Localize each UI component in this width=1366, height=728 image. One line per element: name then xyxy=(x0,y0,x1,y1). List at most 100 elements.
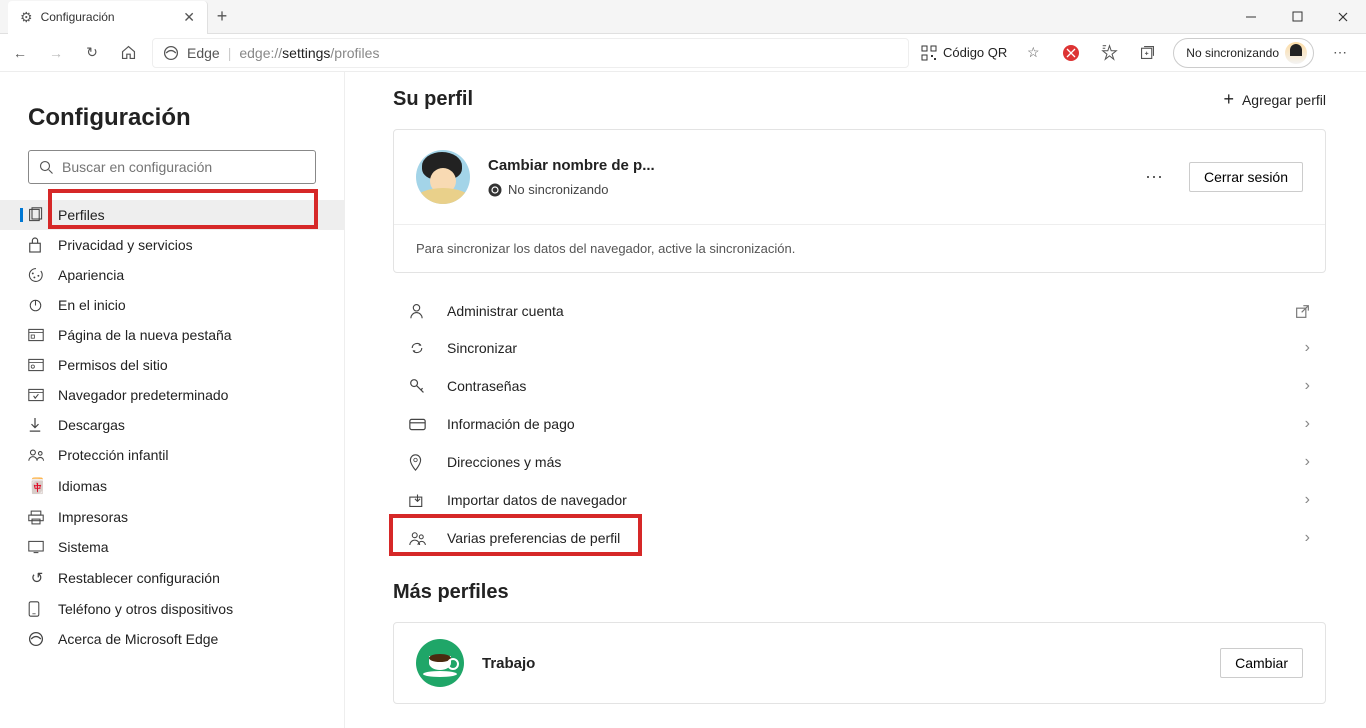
profile-name: Cambiar nombre de p... xyxy=(488,157,1121,174)
nav-item-impresoras[interactable]: Impresoras xyxy=(0,502,344,532)
link-label: Administrar cuenta xyxy=(447,303,1277,319)
nav-item-descargas[interactable]: Descargas xyxy=(0,410,344,440)
link-info-pago[interactable]: Información de pago › xyxy=(393,405,1326,443)
nav-label: Navegador predeterminado xyxy=(58,387,228,403)
nav-item-apariencia[interactable]: Apariencia xyxy=(0,260,344,290)
search-icon xyxy=(39,160,54,175)
more-profiles-heading: Más perfiles xyxy=(393,581,1326,604)
settings-sidebar: Configuración Perfiles Privacidad y serv… xyxy=(0,72,345,728)
nav-label: Acerca de Microsoft Edge xyxy=(58,631,218,647)
import-icon xyxy=(409,493,429,508)
nav-item-inicio[interactable]: En el inicio xyxy=(0,290,344,320)
favorite-star-icon[interactable]: ☆ xyxy=(1021,41,1045,65)
sync-status: No sincronizando xyxy=(488,182,1121,197)
newtab-icon xyxy=(28,328,46,342)
url-scheme: edge:// xyxy=(239,45,282,61)
nav-label: En el inicio xyxy=(58,297,126,313)
qr-icon xyxy=(921,45,937,61)
favorites-hub-icon[interactable] xyxy=(1097,41,1121,65)
home-button[interactable] xyxy=(116,41,140,65)
sync-note: Para sincronizar los datos del navegador… xyxy=(394,224,1325,272)
link-direcciones[interactable]: Direcciones y más › xyxy=(393,443,1326,481)
nav-label: Protección infantil xyxy=(58,447,169,463)
profile-links: Administrar cuenta Sincronizar › Contras… xyxy=(393,293,1326,557)
link-label: Varias preferencias de perfil xyxy=(447,530,1287,546)
toolbar-right: Código QR ☆ No sincronizando ⋯ xyxy=(921,38,1358,68)
tab-title: Configuración xyxy=(41,10,176,24)
maximize-button[interactable] xyxy=(1274,0,1320,34)
nav-label: Perfiles xyxy=(58,207,105,223)
search-box[interactable] xyxy=(28,150,316,184)
chevron-right-icon: › xyxy=(1305,453,1310,471)
settings-main: Su perfil + Agregar perfil Cambiar nombr… xyxy=(345,72,1366,728)
chevron-right-icon: › xyxy=(1305,377,1310,395)
language-icon: 🀄 xyxy=(28,477,46,495)
sidebar-heading: Configuración xyxy=(0,92,344,150)
link-administrar-cuenta[interactable]: Administrar cuenta xyxy=(393,293,1326,329)
browser-tab[interactable]: ⚙ Configuración ✕ xyxy=(8,1,208,34)
link-contrasenas[interactable]: Contraseñas › xyxy=(393,367,1326,405)
link-varias-preferencias[interactable]: Varias preferencias de perfil › xyxy=(393,519,1326,557)
download-icon xyxy=(28,417,46,433)
nav-item-navegador-predet[interactable]: Navegador predeterminado xyxy=(0,380,344,410)
nav-label: Permisos del sitio xyxy=(58,357,168,373)
profile-card: Cambiar nombre de p... No sincronizando … xyxy=(393,129,1326,273)
profile-avatar xyxy=(416,150,470,204)
chevron-right-icon: › xyxy=(1305,529,1310,547)
link-label: Importar datos de navegador xyxy=(447,492,1287,508)
link-label: Direcciones y más xyxy=(447,454,1287,470)
nav-label: Descargas xyxy=(58,417,125,433)
phone-icon xyxy=(28,601,46,617)
system-icon xyxy=(28,540,46,554)
refresh-button[interactable]: ↻ xyxy=(80,41,104,65)
profile-sync-pill[interactable]: No sincronizando xyxy=(1173,38,1314,68)
nav-item-telefono[interactable]: Teléfono y otros dispositivos xyxy=(0,594,344,624)
nav-label: Impresoras xyxy=(58,509,128,525)
profile-more-icon[interactable]: ⋯ xyxy=(1139,167,1171,188)
address-bar[interactable]: Edge | edge://settings/profiles xyxy=(152,38,909,68)
link-importar[interactable]: Importar datos de navegador › xyxy=(393,481,1326,519)
chevron-right-icon: › xyxy=(1305,491,1310,509)
nav-item-acerca[interactable]: Acerca de Microsoft Edge xyxy=(0,624,344,654)
external-link-icon xyxy=(1295,304,1310,319)
qr-label: Código QR xyxy=(943,45,1007,60)
more-menu-icon[interactable]: ⋯ xyxy=(1328,41,1352,65)
reset-icon: ↺ xyxy=(28,569,46,587)
titlebar: ⚙ Configuración ✕ + xyxy=(0,0,1366,34)
link-label: Contraseñas xyxy=(447,378,1287,394)
qr-code-button[interactable]: Código QR xyxy=(921,45,1007,61)
link-sincronizar[interactable]: Sincronizar › xyxy=(393,329,1326,367)
other-profile-avatar xyxy=(416,639,464,687)
minimize-button[interactable] xyxy=(1228,0,1274,34)
nav-item-restablecer[interactable]: ↺ Restablecer configuración xyxy=(0,562,344,594)
switch-profile-button[interactable]: Cambiar xyxy=(1220,648,1303,678)
nav-item-perfiles[interactable]: Perfiles xyxy=(0,200,344,230)
search-input[interactable] xyxy=(62,159,305,175)
nav-label: Restablecer configuración xyxy=(58,570,220,586)
nav-label: Teléfono y otros dispositivos xyxy=(58,601,233,617)
sync-icon xyxy=(409,340,429,356)
nav-item-sistema[interactable]: Sistema xyxy=(0,532,344,562)
nav-item-proteccion[interactable]: Protección infantil xyxy=(0,440,344,470)
card-icon xyxy=(409,418,429,431)
close-tab-icon[interactable]: ✕ xyxy=(183,9,195,26)
nav-item-idiomas[interactable]: 🀄Idiomas xyxy=(0,470,344,502)
signout-button[interactable]: Cerrar sesión xyxy=(1189,162,1303,192)
back-button[interactable]: ← xyxy=(8,41,32,65)
sync-pill-label: No sincronizando xyxy=(1186,46,1279,60)
new-tab-button[interactable]: + xyxy=(208,6,236,27)
nav-item-nueva-pestana[interactable]: Página de la nueva pestaña xyxy=(0,320,344,350)
other-profile-card: Trabajo Cambiar xyxy=(393,622,1326,704)
link-label: Información de pago xyxy=(447,416,1287,432)
add-profile-button[interactable]: + Agregar perfil xyxy=(1223,89,1326,110)
collections-icon[interactable] xyxy=(1135,41,1159,65)
page-title: Su perfil xyxy=(393,88,473,111)
url-path: /profiles xyxy=(330,45,379,61)
adblock-icon[interactable] xyxy=(1059,41,1083,65)
nav-item-privacidad[interactable]: Privacidad y servicios xyxy=(0,230,344,260)
avatar-icon xyxy=(1285,42,1307,64)
forward-button[interactable]: → xyxy=(44,41,68,65)
chevron-right-icon: › xyxy=(1305,415,1310,433)
nav-item-permisos[interactable]: Permisos del sitio xyxy=(0,350,344,380)
close-window-button[interactable] xyxy=(1320,0,1366,34)
